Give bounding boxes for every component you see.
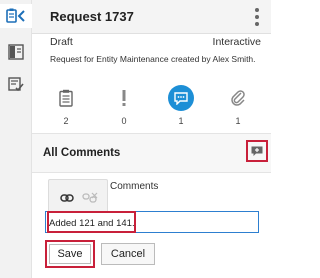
more-options-icon[interactable] [253,6,261,28]
link-icon[interactable] [59,191,75,205]
tab-count: 1 [178,116,184,126]
clipboard-icon [48,84,84,112]
tab-tasks[interactable]: 2 [48,82,84,132]
add-comment-icon [251,146,263,156]
editor-toolbar [48,179,108,215]
page-title: Request 1737 [50,9,134,24]
comment-editor: Comments Save Cancel [32,173,271,278]
status-label: Draft [50,36,73,48]
comment-icon [163,84,199,112]
tab-count: 1 [235,116,241,126]
tab-count: 2 [63,116,69,126]
comments-title: All Comments [43,147,121,159]
clipboard-collapse-icon[interactable] [0,4,32,28]
detail-tabs: 2 0 1 1 [32,82,271,132]
mode-label: Interactive [212,36,261,48]
left-rail [0,0,32,278]
unlink-icon[interactable] [82,191,98,205]
paperclip-icon [220,84,256,112]
tab-comments[interactable]: 1 [163,82,199,132]
request-header: Request 1737 [32,0,271,34]
save-highlight-box: Save [45,240,95,268]
save-button[interactable]: Save [49,244,91,264]
request-description: Request for Entity Maintenance created b… [50,54,256,64]
exclamation-icon [106,84,142,112]
comment-field[interactable] [45,211,259,233]
comment-input[interactable] [49,216,249,230]
comments-header: All Comments [32,133,271,173]
split-panel-icon[interactable] [0,40,32,64]
tab-count: 0 [121,116,127,126]
comments-sublabel: Comments [110,181,159,192]
cancel-button[interactable]: Cancel [101,243,155,265]
checklist-icon[interactable] [0,72,32,96]
add-comment-button[interactable] [246,140,268,162]
tab-attachments[interactable]: 1 [220,82,256,132]
tab-issues[interactable]: 0 [106,82,142,132]
